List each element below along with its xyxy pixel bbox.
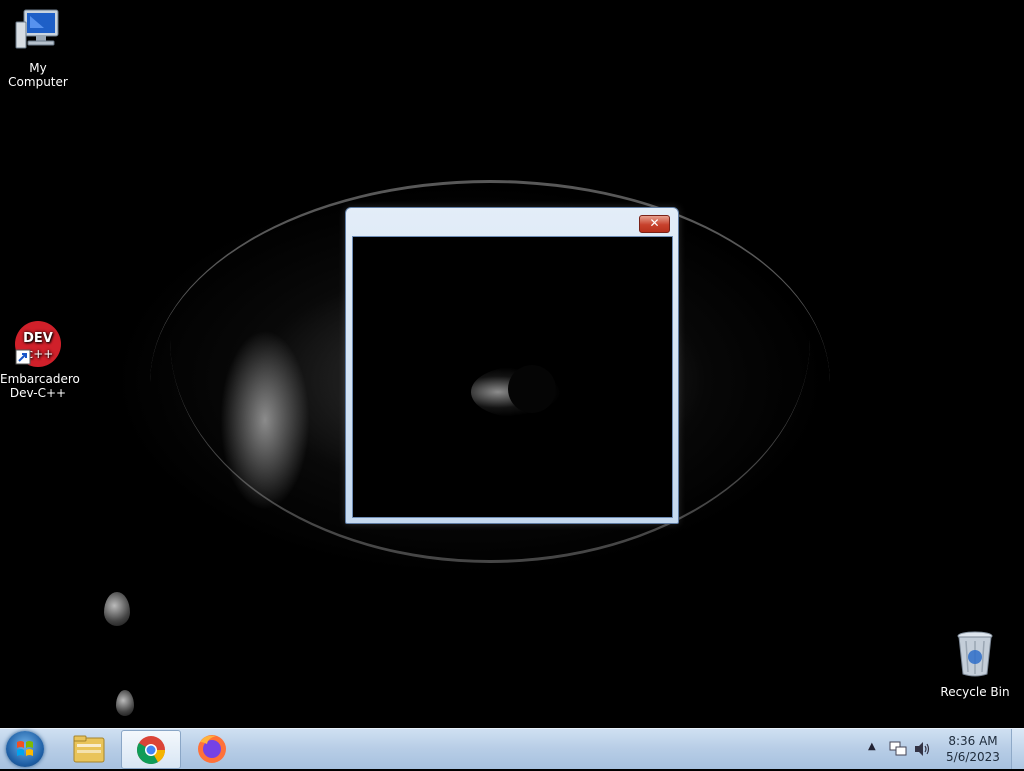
network-icon[interactable]	[889, 741, 907, 760]
desktop-icon-label: Recycle Bin	[940, 685, 1010, 699]
volume-icon[interactable]	[913, 741, 931, 760]
recycle-bin-icon	[937, 630, 1013, 681]
taskbar-chrome[interactable]	[121, 730, 181, 769]
wallpaper-teardrop	[104, 592, 130, 626]
close-icon: ✕	[649, 216, 660, 230]
firefox-icon	[198, 735, 226, 763]
windows-logo-icon	[17, 741, 33, 756]
desktop-icon-recycle-bin[interactable]: Recycle Bin	[937, 630, 1013, 699]
show-hidden-icons-button[interactable]: ▲	[868, 741, 876, 752]
desktop-icon-devcpp[interactable]: DEV c++ Embarcadero Dev-C++	[0, 320, 80, 400]
taskbar-firefox[interactable]	[183, 730, 241, 767]
desktop-icon-label: Embarcadero Dev-C++	[0, 372, 80, 400]
close-button[interactable]: ✕	[639, 215, 670, 233]
devcpp-icon: DEV c++	[14, 320, 62, 368]
window-client-area[interactable]	[352, 236, 673, 518]
taskbar-clock[interactable]: 8:36 AM 5/6/2023	[938, 733, 1008, 765]
clock-date: 5/6/2023	[946, 750, 1000, 764]
folder-icon	[73, 735, 105, 763]
desktop-icon-my-computer[interactable]: My Computer	[0, 8, 76, 89]
chrome-icon	[137, 736, 165, 764]
window-eye-pupil	[508, 365, 556, 413]
app-window[interactable]: ✕	[345, 207, 679, 524]
wallpaper-teardrop	[116, 690, 134, 716]
desktop-background: My Computer DEV c++ Embarcadero Dev-C++ …	[0, 0, 1024, 728]
computer-icon	[0, 8, 76, 57]
desktop-icon-label: My Computer	[8, 61, 68, 89]
svg-text:c++: c++	[27, 347, 54, 361]
taskbar: ▲ 8:36 AM 5/6/2023	[0, 728, 1024, 769]
taskbar-file-explorer[interactable]	[60, 730, 118, 767]
show-desktop-button[interactable]	[1011, 729, 1024, 769]
devcpp-logo-text: DEV	[23, 331, 53, 346]
wallpaper-eye-highlight	[220, 330, 310, 510]
start-button[interactable]	[6, 731, 44, 767]
clock-time: 8:36 AM	[948, 734, 998, 748]
